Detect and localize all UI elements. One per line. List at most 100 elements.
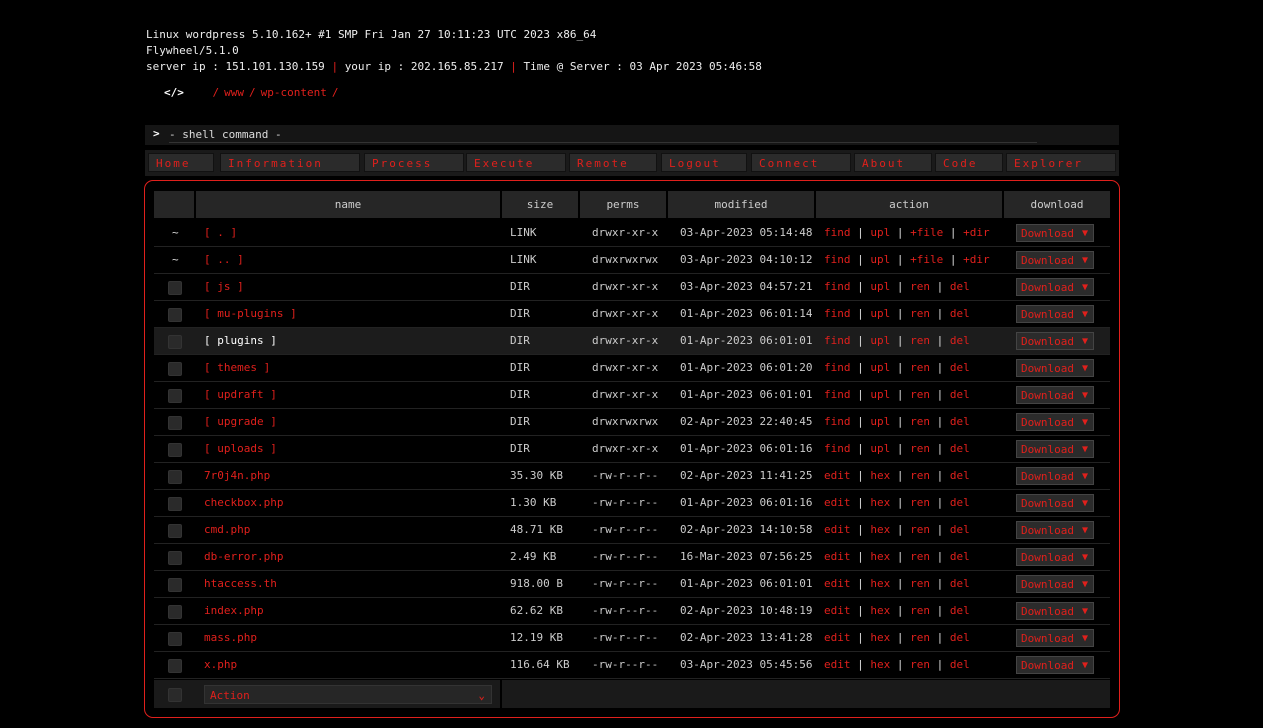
action-link[interactable]: del: [950, 361, 970, 374]
action-link[interactable]: del: [950, 280, 970, 293]
action-link[interactable]: upl: [870, 442, 890, 455]
action-link[interactable]: upl: [870, 226, 890, 239]
action-link[interactable]: upl: [870, 361, 890, 374]
download-select[interactable]: Download ▼: [1016, 440, 1094, 458]
action-link[interactable]: edit: [824, 604, 851, 617]
nav-explorer-button[interactable]: Explorer: [1006, 153, 1116, 172]
action-link[interactable]: edit: [824, 658, 851, 671]
action-link[interactable]: hex: [870, 523, 890, 536]
action-link[interactable]: ren: [910, 334, 930, 347]
action-link[interactable]: ren: [910, 523, 930, 536]
action-link[interactable]: edit: [824, 523, 851, 536]
file-name-link[interactable]: db-error.php: [204, 544, 283, 570]
action-link[interactable]: ren: [910, 280, 930, 293]
action-link[interactable]: del: [950, 658, 970, 671]
file-name-link[interactable]: [ upgrade ]: [204, 409, 277, 435]
action-link[interactable]: ren: [910, 658, 930, 671]
download-select[interactable]: Download ▼: [1016, 332, 1094, 350]
file-name-link[interactable]: htaccess.th: [204, 571, 277, 597]
action-link[interactable]: ren: [910, 388, 930, 401]
action-link[interactable]: find: [824, 442, 851, 455]
download-select[interactable]: Download ▼: [1016, 656, 1094, 674]
action-link[interactable]: upl: [870, 280, 890, 293]
action-link[interactable]: hex: [870, 550, 890, 563]
action-link[interactable]: upl: [870, 388, 890, 401]
file-name-link[interactable]: [ mu-plugins ]: [204, 301, 297, 327]
row-checkbox[interactable]: [168, 308, 182, 322]
action-link[interactable]: del: [950, 523, 970, 536]
download-select[interactable]: Download ▼: [1016, 224, 1094, 242]
action-link[interactable]: del: [950, 415, 970, 428]
action-link[interactable]: del: [950, 631, 970, 644]
file-perms[interactable]: drwxr-xr-x: [592, 301, 658, 327]
row-checkbox[interactable]: [168, 335, 182, 349]
action-link[interactable]: ren: [910, 307, 930, 320]
action-link[interactable]: find: [824, 226, 851, 239]
download-select[interactable]: Download ▼: [1016, 305, 1094, 323]
nav-execute-button[interactable]: Execute: [466, 153, 566, 172]
file-perms[interactable]: drwxr-xr-x: [592, 382, 658, 408]
code-icon[interactable]: </>: [164, 86, 184, 99]
row-checkbox[interactable]: [168, 470, 182, 484]
nav-code-button[interactable]: Code: [935, 153, 1003, 172]
action-link[interactable]: hex: [870, 604, 890, 617]
row-checkbox[interactable]: [168, 281, 182, 295]
file-name-link[interactable]: checkbox.php: [204, 490, 283, 516]
action-link[interactable]: del: [950, 307, 970, 320]
action-link[interactable]: hex: [870, 469, 890, 482]
action-link[interactable]: find: [824, 415, 851, 428]
nav-about-button[interactable]: About: [854, 153, 932, 172]
download-select[interactable]: Download ▼: [1016, 386, 1094, 404]
action-link[interactable]: del: [950, 388, 970, 401]
action-link[interactable]: find: [824, 361, 851, 374]
action-link[interactable]: edit: [824, 631, 851, 644]
action-link[interactable]: ren: [910, 415, 930, 428]
action-link[interactable]: find: [824, 388, 851, 401]
file-name-link[interactable]: cmd.php: [204, 517, 250, 543]
action-link[interactable]: upl: [870, 415, 890, 428]
action-link[interactable]: hex: [870, 577, 890, 590]
file-name-link[interactable]: [ plugins ]: [204, 328, 277, 354]
action-link[interactable]: find: [824, 253, 851, 266]
file-perms[interactable]: -rw-r--r--: [592, 571, 658, 597]
file-perms[interactable]: drwxr-xr-x: [592, 355, 658, 381]
file-perms[interactable]: -rw-r--r--: [592, 598, 658, 624]
nav-remote-button[interactable]: Remote: [569, 153, 657, 172]
file-perms[interactable]: -rw-r--r--: [592, 463, 658, 489]
download-select[interactable]: Download ▼: [1016, 467, 1094, 485]
row-checkbox[interactable]: [168, 578, 182, 592]
row-checkbox[interactable]: [168, 497, 182, 511]
action-link[interactable]: ren: [910, 361, 930, 374]
action-link[interactable]: find: [824, 334, 851, 347]
nav-process-button[interactable]: Process: [364, 153, 464, 172]
action-link[interactable]: edit: [824, 550, 851, 563]
action-link[interactable]: upl: [870, 334, 890, 347]
action-link[interactable]: ren: [910, 604, 930, 617]
action-link[interactable]: ren: [910, 631, 930, 644]
row-checkbox[interactable]: [168, 632, 182, 646]
nav-connect-button[interactable]: Connect: [751, 153, 851, 172]
action-link[interactable]: upl: [870, 253, 890, 266]
action-link[interactable]: ren: [910, 550, 930, 563]
download-select[interactable]: Download ▼: [1016, 359, 1094, 377]
action-link[interactable]: hex: [870, 631, 890, 644]
file-name-link[interactable]: index.php: [204, 598, 264, 624]
action-link[interactable]: del: [950, 442, 970, 455]
download-select[interactable]: Download ▼: [1016, 548, 1094, 566]
file-perms[interactable]: -rw-r--r--: [592, 544, 658, 570]
row-checkbox[interactable]: [168, 605, 182, 619]
file-name-link[interactable]: 7r0j4n.php: [204, 463, 270, 489]
select-all-checkbox[interactable]: [168, 688, 182, 702]
file-perms[interactable]: drwxrwxrwx: [592, 247, 658, 273]
action-link[interactable]: hex: [870, 658, 890, 671]
file-name-link[interactable]: x.php: [204, 652, 237, 678]
file-perms[interactable]: drwxrwxrwx: [592, 409, 658, 435]
action-link[interactable]: edit: [824, 496, 851, 509]
file-name-link[interactable]: mass.php: [204, 625, 257, 651]
file-name-link[interactable]: [ js ]: [204, 274, 244, 300]
nav-home-button[interactable]: Home: [148, 153, 214, 172]
action-link[interactable]: del: [950, 469, 970, 482]
file-perms[interactable]: -rw-r--r--: [592, 517, 658, 543]
file-name-link[interactable]: [ themes ]: [204, 355, 270, 381]
action-link[interactable]: edit: [824, 577, 851, 590]
